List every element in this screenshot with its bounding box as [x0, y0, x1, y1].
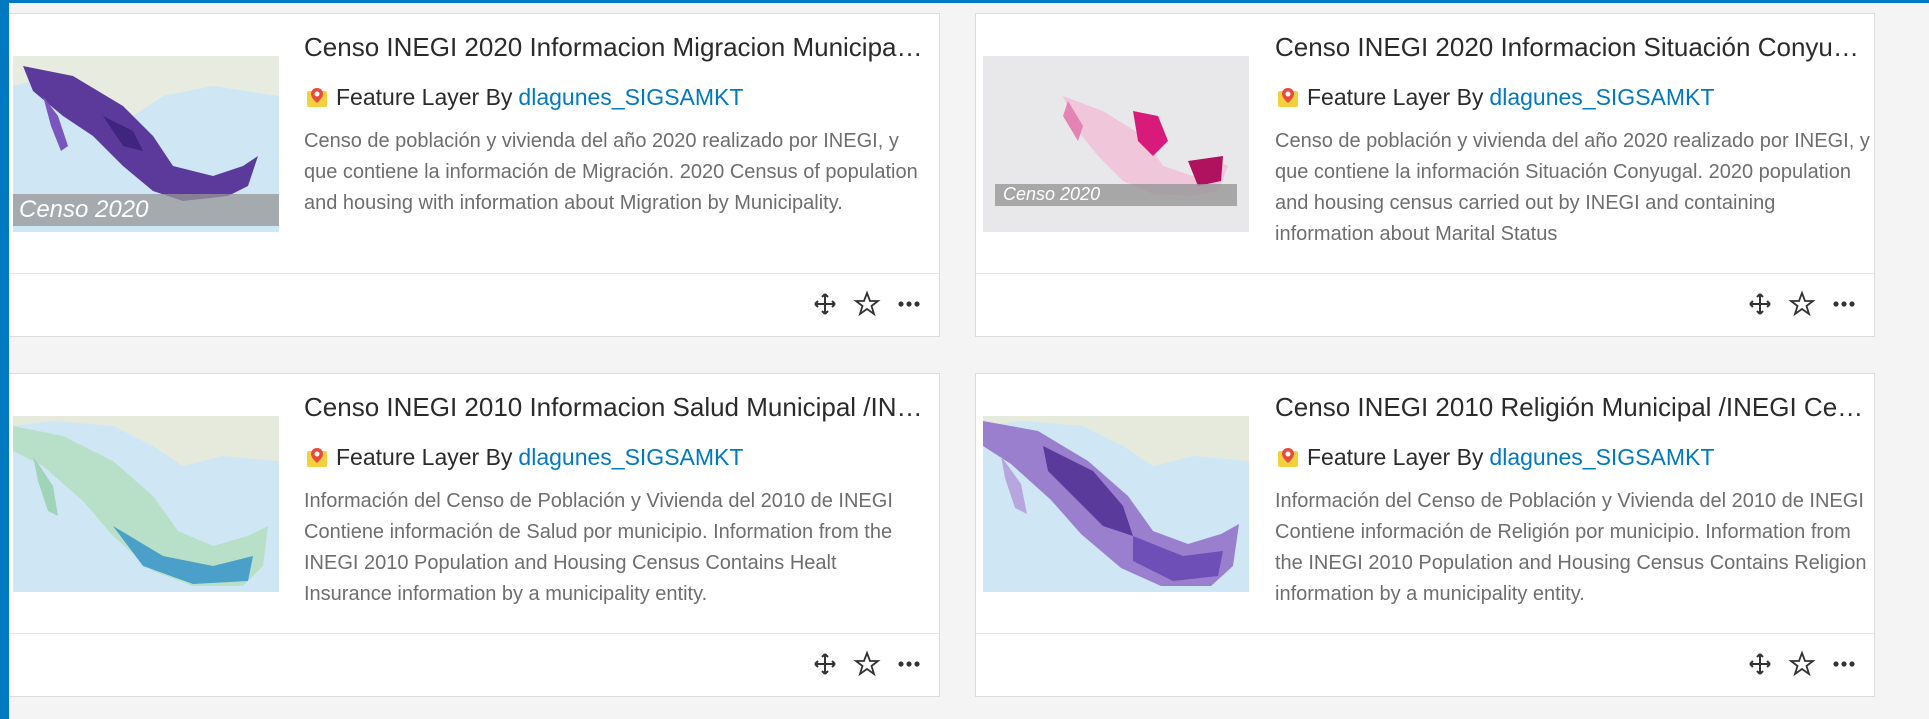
more-options-button[interactable]: [893, 648, 925, 680]
item-card: Censo 2020 Censo INEGI 2020 Informacion …: [9, 13, 940, 337]
item-thumbnail[interactable]: [983, 416, 1249, 592]
owner-link[interactable]: dlagunes_SIGSAMKT: [1489, 444, 1714, 471]
owner-link[interactable]: dlagunes_SIGSAMKT: [1489, 84, 1714, 111]
item-type-label: Feature Layer By: [1307, 84, 1484, 110]
feature-layer-pin-icon: [307, 87, 327, 107]
feature-layer-pin-icon: [1278, 447, 1298, 467]
item-title[interactable]: Censo INEGI 2010 Religión Municipal /INE…: [1275, 392, 1865, 423]
item-title[interactable]: Censo INEGI 2020 Informacion Situación C…: [1275, 32, 1865, 63]
item-thumbnail[interactable]: Censo 2020: [13, 56, 279, 232]
item-meta: Feature Layer By dlagunes_SIGSAMKT: [1275, 84, 1714, 111]
top-accent-bar: [0, 0, 1929, 3]
more-options-button[interactable]: [1828, 648, 1860, 680]
card-divider: [976, 273, 1874, 274]
item-description: Información del Censo de Población y Viv…: [1275, 490, 1867, 605]
item-title[interactable]: Censo INEGI 2010 Informacion Salud Munic…: [304, 392, 926, 423]
item-card: Censo INEGI 2010 Informacion Salud Munic…: [9, 373, 940, 697]
more-options-icon: [898, 301, 920, 307]
thumbnail-caption: Censo 2020: [19, 196, 149, 223]
more-options-icon: [898, 661, 920, 667]
move-button[interactable]: [809, 288, 841, 320]
item-type-label: Feature Layer By: [336, 84, 513, 110]
feature-layer-pin-icon: [307, 447, 327, 467]
more-options-icon: [1833, 301, 1855, 307]
more-options-icon: [1833, 661, 1855, 667]
favorite-button[interactable]: [1786, 648, 1818, 680]
move-arrows-icon: [814, 653, 836, 675]
more-options-button[interactable]: [893, 288, 925, 320]
move-arrows-icon: [1749, 293, 1771, 315]
star-icon: [1788, 290, 1816, 317]
item-card: Censo 2020 Censo INEGI 2020 Informacion …: [975, 13, 1875, 337]
card-divider: [9, 633, 939, 634]
item-card: Censo INEGI 2010 Religión Municipal /INE…: [975, 373, 1875, 697]
owner-link[interactable]: dlagunes_SIGSAMKT: [518, 444, 743, 471]
card-actions: [809, 648, 925, 680]
card-divider: [9, 273, 939, 274]
card-actions: [1744, 288, 1860, 320]
more-options-button[interactable]: [1828, 288, 1860, 320]
owner-link[interactable]: dlagunes_SIGSAMKT: [518, 84, 743, 111]
move-button[interactable]: [809, 648, 841, 680]
left-accent-bar: [0, 0, 9, 719]
item-description: Información del Censo de Población y Viv…: [304, 490, 893, 605]
card-actions: [1744, 648, 1860, 680]
move-arrows-icon: [1749, 653, 1771, 675]
star-icon: [853, 290, 881, 317]
move-arrows-icon: [814, 293, 836, 315]
item-meta: Feature Layer By dlagunes_SIGSAMKT: [304, 84, 743, 111]
favorite-button[interactable]: [851, 648, 883, 680]
favorite-button[interactable]: [1786, 288, 1818, 320]
item-type-label: Feature Layer By: [1307, 444, 1484, 470]
move-button[interactable]: [1744, 288, 1776, 320]
favorite-button[interactable]: [851, 288, 883, 320]
item-meta: Feature Layer By dlagunes_SIGSAMKT: [1275, 444, 1714, 471]
star-icon: [1788, 650, 1816, 677]
item-description: Censo de población y vivienda del año 20…: [304, 130, 918, 214]
item-description: Censo de población y vivienda del año 20…: [1275, 130, 1870, 245]
star-icon: [853, 650, 881, 677]
feature-layer-pin-icon: [1278, 87, 1298, 107]
thumbnail-caption: Censo 2020: [1003, 184, 1101, 204]
item-title[interactable]: Censo INEGI 2020 Informacion Migracion M…: [304, 32, 926, 63]
card-actions: [809, 288, 925, 320]
item-type-label: Feature Layer By: [336, 444, 513, 470]
item-thumbnail[interactable]: [13, 416, 279, 592]
item-thumbnail[interactable]: Censo 2020: [983, 56, 1249, 232]
move-button[interactable]: [1744, 648, 1776, 680]
item-meta: Feature Layer By dlagunes_SIGSAMKT: [304, 444, 743, 471]
card-divider: [976, 633, 1874, 634]
